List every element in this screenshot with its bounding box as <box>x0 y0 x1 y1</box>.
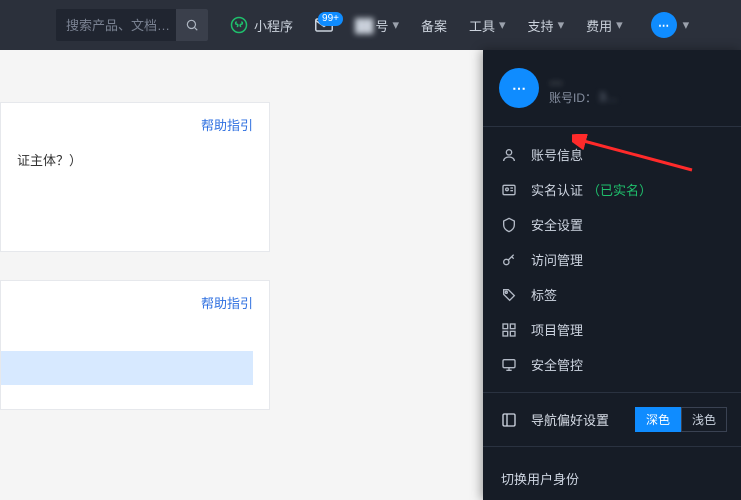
nav-account[interactable]: ██ 号 ▾ <box>355 16 399 35</box>
theme-dark-button[interactable]: 深色 <box>635 407 681 432</box>
nav-support[interactable]: 支持 ▾ <box>528 16 565 35</box>
dropdown-user-name: … <box>549 71 618 87</box>
chevron-down-icon: ▾ <box>616 17 623 33</box>
switch-user-link[interactable]: 切换用户身份 <box>483 459 741 498</box>
layout-icon <box>501 412 519 428</box>
menu-security-control[interactable]: 安全管控 <box>483 347 741 382</box>
menu-label: 实名认证 <box>531 180 583 199</box>
chevron-down-icon: ▾ <box>683 17 690 33</box>
dropdown-bottom: 切换用户身份 退出 <box>483 451 741 500</box>
menu-label: 账号信息 <box>531 145 583 164</box>
nav-support-label: 支持 <box>528 16 554 35</box>
nav-preference-row: 导航偏好设置 深色 浅色 <box>483 397 741 442</box>
nav-miniprogram-label: 小程序 <box>254 16 293 35</box>
menu-projects[interactable]: 项目管理 <box>483 312 741 347</box>
menu-verify[interactable]: 实名认证 （已实名） <box>483 172 741 207</box>
dropdown-user-block: ⋯ … 账号ID： 3… <box>483 50 741 122</box>
grid-icon <box>501 322 519 338</box>
dropdown-user-id: 账号ID： 3… <box>549 89 618 106</box>
theme-light-button[interactable]: 浅色 <box>681 407 727 432</box>
nav-beian-label: 备案 <box>421 16 447 35</box>
miniprogram-icon <box>230 16 248 34</box>
search-icon <box>185 18 199 32</box>
nav-miniprogram[interactable]: 小程序 <box>230 16 293 35</box>
panel-1: 帮助指引 证主体？） <box>0 102 270 252</box>
dropdown-menu: 账号信息 实名认证 （已实名） 安全设置 访问管理 <box>483 131 741 388</box>
key-icon <box>501 252 519 268</box>
nav-messages-icon[interactable]: 99+ <box>315 18 333 32</box>
top-header: 小程序 99+ ██ 号 ▾ 备案 工具 ▾ 支持 ▾ 费用 ▾ ⋯ ▾ <box>0 0 741 50</box>
nav-tools[interactable]: 工具 ▾ <box>469 16 506 35</box>
nav-fees[interactable]: 费用 ▾ <box>586 16 623 35</box>
theme-segmented: 深色 浅色 <box>635 407 727 432</box>
user-icon <box>501 147 519 163</box>
divider <box>483 446 741 447</box>
nav-tools-label: 工具 <box>469 16 495 35</box>
panel-2: 帮助指引 <box>0 280 270 410</box>
main-area: 帮助指引 证主体？） 帮助指引 ⋯ … 账号ID： 3… <box>0 50 741 500</box>
tag-icon <box>501 287 519 303</box>
panel-2-selected-row[interactable] <box>1 351 253 385</box>
search-input[interactable] <box>66 18 176 33</box>
divider <box>483 392 741 393</box>
menu-label: 标签 <box>531 285 557 304</box>
monitor-icon <box>501 357 519 373</box>
nav-fees-label: 费用 <box>586 16 612 35</box>
chevron-down-icon: ▾ <box>558 17 565 33</box>
nav-beian[interactable]: 备案 <box>421 16 447 35</box>
panel-1-body: 证主体？） <box>17 150 253 169</box>
help-link[interactable]: 帮助指引 <box>201 118 253 133</box>
chevron-down-icon: ▾ <box>499 17 506 33</box>
menu-label: 安全设置 <box>531 215 583 234</box>
avatar: ⋯ <box>499 68 539 108</box>
chevron-down-icon: ▾ <box>392 17 399 33</box>
pref-label: 导航偏好设置 <box>531 410 609 429</box>
nav-account-prefix: ██ <box>355 18 373 33</box>
search-box[interactable] <box>56 9 208 41</box>
nav-avatar[interactable]: ⋯ ▾ <box>651 12 690 38</box>
menu-account-info[interactable]: 账号信息 <box>483 137 741 172</box>
avatar: ⋯ <box>651 12 677 38</box>
verified-badge: （已实名） <box>587 180 652 199</box>
nav-account-label: 号 <box>375 16 388 35</box>
menu-security[interactable]: 安全设置 <box>483 207 741 242</box>
menu-access[interactable]: 访问管理 <box>483 242 741 277</box>
divider <box>483 126 741 127</box>
shield-icon <box>501 217 519 233</box>
menu-label: 安全管控 <box>531 355 583 374</box>
messages-badge: 99+ <box>318 12 343 26</box>
id-card-icon <box>501 182 519 198</box>
search-button[interactable] <box>176 9 208 41</box>
account-dropdown: ⋯ … 账号ID： 3… 账号信息 实名认证 <box>483 50 741 500</box>
menu-label: 访问管理 <box>531 250 583 269</box>
menu-tags[interactable]: 标签 <box>483 277 741 312</box>
menu-label: 项目管理 <box>531 320 583 339</box>
help-link[interactable]: 帮助指引 <box>201 296 253 311</box>
